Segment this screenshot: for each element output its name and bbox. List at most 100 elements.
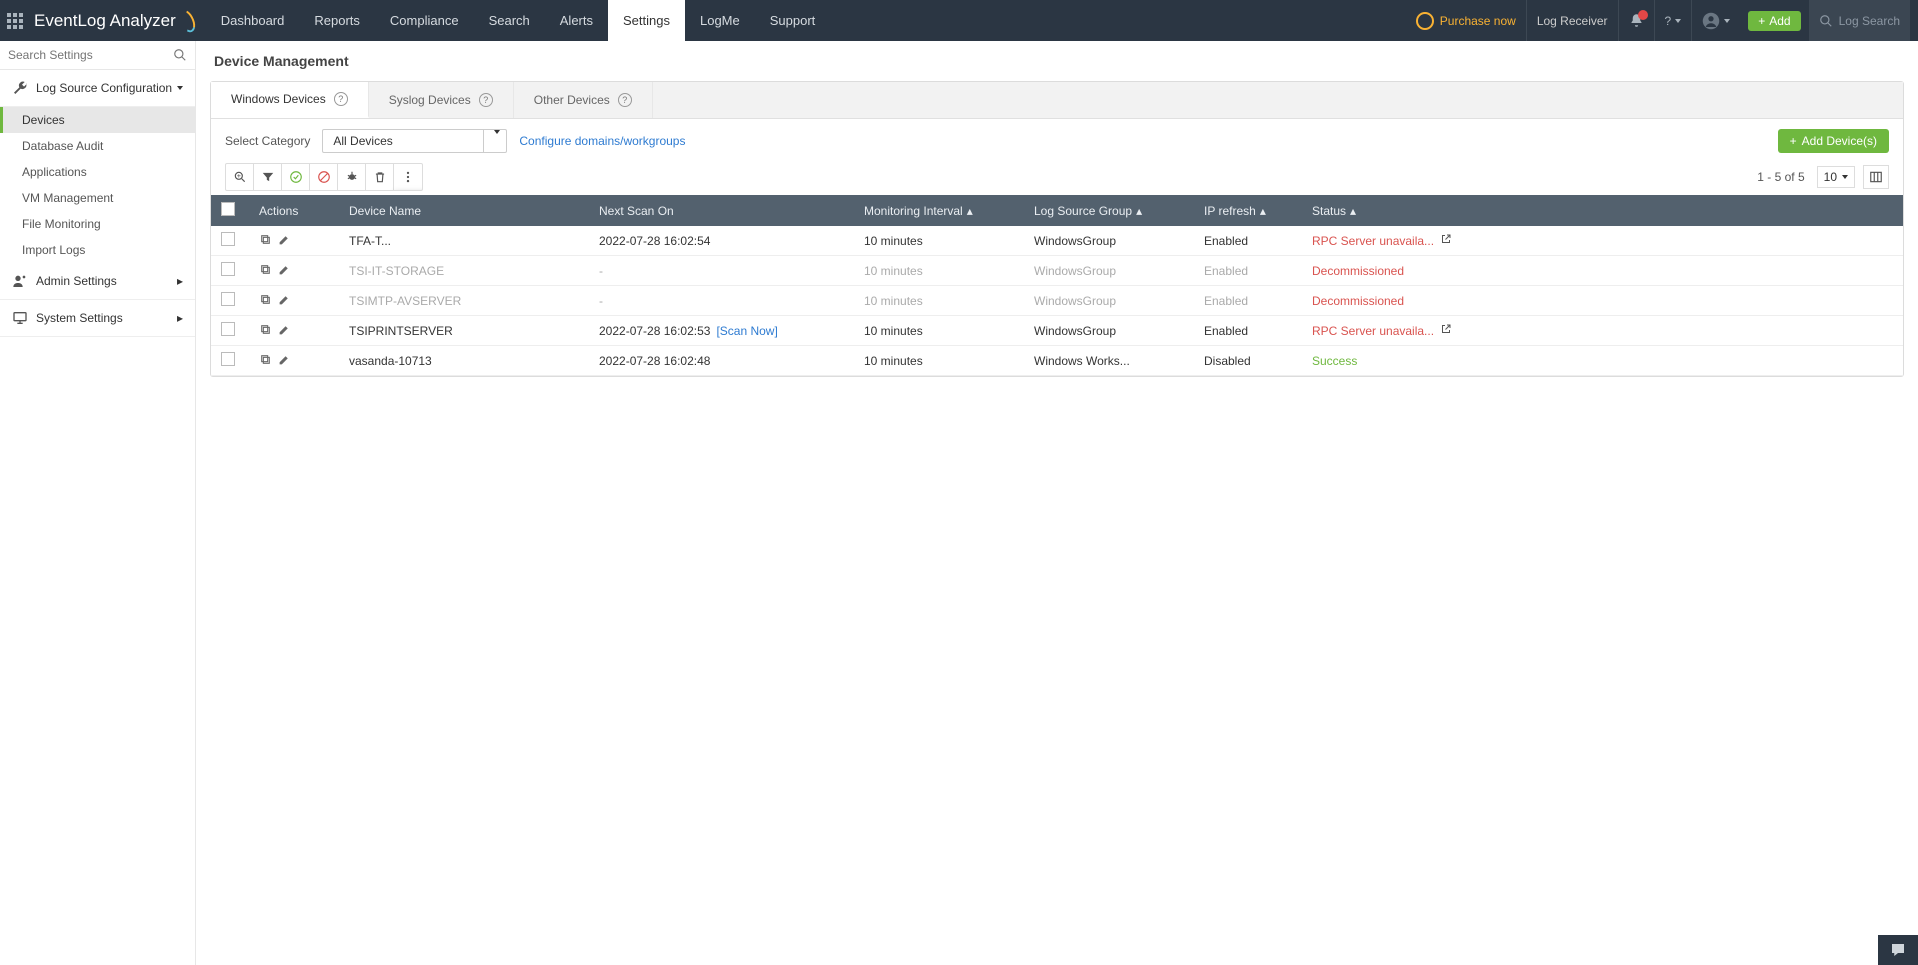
edit-button[interactable] — [278, 323, 291, 336]
purchase-now-label: Purchase now — [1440, 14, 1516, 28]
configure-domains-link[interactable]: Configure domains/workgroups — [519, 134, 685, 148]
user-menu[interactable] — [1691, 0, 1740, 41]
col-header[interactable]: Log Source Group▴ — [1024, 195, 1194, 226]
topnav-item-settings[interactable]: Settings — [608, 0, 685, 41]
purchase-now-link[interactable]: Purchase now — [1406, 0, 1526, 41]
col-header[interactable]: Status▴ — [1302, 195, 1903, 226]
search-tool[interactable] — [226, 164, 254, 190]
apps-menu-icon[interactable] — [0, 13, 30, 29]
help-icon[interactable]: ? — [618, 93, 632, 107]
sidebar-section-admin[interactable]: Admin Settings ▸ — [0, 263, 195, 300]
topnav-item-dashboard[interactable]: Dashboard — [206, 0, 300, 41]
help-menu[interactable]: ? — [1654, 0, 1692, 41]
sidebar-search — [0, 41, 195, 70]
sidebar-search-input[interactable] — [0, 41, 195, 69]
log-search-button[interactable]: Log Search — [1809, 0, 1910, 41]
sidebar-item-vm-management[interactable]: VM Management — [0, 185, 195, 211]
sort-asc-icon: ▴ — [967, 204, 973, 218]
sidebar-item-applications[interactable]: Applications — [0, 159, 195, 185]
edit-button[interactable] — [278, 233, 291, 246]
column-chooser[interactable] — [1863, 165, 1889, 189]
edit-button[interactable] — [278, 353, 291, 366]
ip-refresh-cell: Enabled — [1194, 316, 1302, 346]
enable-tool[interactable] — [282, 164, 310, 190]
table-row: TSIPRINTSERVER2022-07-28 16:02:53[Scan N… — [211, 316, 1903, 346]
edit-button[interactable] — [278, 293, 291, 306]
help-label: ? — [1665, 14, 1672, 28]
trash-icon — [373, 170, 387, 184]
ip-refresh-cell: Enabled — [1194, 226, 1302, 256]
sidebar-item-file-monitoring[interactable]: File Monitoring — [0, 211, 195, 237]
select-all-checkbox[interactable] — [221, 202, 235, 216]
copy-button[interactable] — [259, 233, 272, 246]
ip-refresh-cell: Disabled — [1194, 346, 1302, 376]
next-scan-cell: 2022-07-28 16:02:48 — [589, 346, 854, 376]
sidebar-section-system[interactable]: System Settings ▸ — [0, 300, 195, 337]
row-checkbox[interactable] — [221, 232, 235, 246]
bug-tool[interactable] — [338, 164, 366, 190]
topnav-item-support[interactable]: Support — [755, 0, 831, 41]
sort-asc-icon: ▴ — [1350, 204, 1356, 218]
copy-button[interactable] — [259, 293, 272, 306]
device-name-cell: TSIMTP-AVSERVER — [339, 286, 589, 316]
row-checkbox[interactable] — [221, 352, 235, 366]
copy-button[interactable] — [259, 263, 272, 276]
notifications-button[interactable] — [1618, 0, 1654, 41]
topnav-item-logme[interactable]: LogMe — [685, 0, 755, 41]
edit-button[interactable] — [278, 263, 291, 276]
col-header[interactable]: IP refresh▴ — [1194, 195, 1302, 226]
topnav-item-search[interactable]: Search — [474, 0, 545, 41]
filter-tool[interactable] — [254, 164, 282, 190]
table-row: TSIMTP-AVSERVER-10 minutesWindowsGroupEn… — [211, 286, 1903, 316]
add-device-button[interactable]: + Add Device(s) — [1778, 129, 1889, 153]
external-link-icon[interactable] — [1440, 233, 1452, 245]
chevron-right-icon: ▸ — [177, 311, 183, 325]
interval-cell: 10 minutes — [854, 346, 1024, 376]
tab-syslog-devices[interactable]: Syslog Devices? — [369, 82, 514, 118]
status-text: RPC Server unavaila... — [1312, 324, 1434, 338]
external-link-icon[interactable] — [1440, 323, 1452, 335]
log-search-label: Log Search — [1839, 14, 1900, 28]
delete-tool[interactable] — [366, 164, 394, 190]
disable-tool[interactable] — [310, 164, 338, 190]
row-checkbox[interactable] — [221, 262, 235, 276]
col-header — [211, 195, 249, 226]
sidebar-section-label: Admin Settings — [36, 274, 117, 288]
topnav-item-reports[interactable]: Reports — [299, 0, 375, 41]
group-cell: WindowsGroup — [1024, 226, 1194, 256]
row-checkbox[interactable] — [221, 322, 235, 336]
topnav-item-alerts[interactable]: Alerts — [545, 0, 608, 41]
ip-refresh-cell: Enabled — [1194, 286, 1302, 316]
plus-icon: + — [1758, 14, 1765, 28]
search-icon — [1819, 14, 1833, 28]
status-text: Decommissioned — [1312, 294, 1404, 308]
top-add-button[interactable]: + Add — [1748, 11, 1800, 31]
row-checkbox[interactable] — [221, 292, 235, 306]
interval-cell: 10 minutes — [854, 316, 1024, 346]
page-size-select[interactable]: 10 — [1817, 166, 1855, 188]
more-tool[interactable]: Refresh IP address Credentials — [394, 164, 422, 190]
page-size-value: 10 — [1824, 170, 1837, 184]
col-header[interactable]: Monitoring Interval▴ — [854, 195, 1024, 226]
device-tabs: Windows Devices?Syslog Devices?Other Dev… — [211, 82, 1903, 119]
tab-other-devices[interactable]: Other Devices? — [514, 82, 653, 118]
sort-asc-icon: ▴ — [1136, 204, 1142, 218]
tab-windows-devices[interactable]: Windows Devices? — [211, 82, 369, 118]
chevron-down-icon — [1675, 19, 1681, 23]
sidebar-item-devices[interactable]: Devices — [0, 107, 195, 133]
col-header[interactable]: Next Scan On — [589, 195, 854, 226]
copy-button[interactable] — [259, 353, 272, 366]
log-receiver-link[interactable]: Log Receiver — [1526, 0, 1618, 41]
topnav-item-compliance[interactable]: Compliance — [375, 0, 474, 41]
chat-fab[interactable] — [1878, 935, 1918, 965]
help-icon[interactable]: ? — [479, 93, 493, 107]
sidebar-item-database-audit[interactable]: Database Audit — [0, 133, 195, 159]
help-icon[interactable]: ? — [334, 92, 348, 106]
sidebar-item-import-logs[interactable]: Import Logs — [0, 237, 195, 263]
sidebar-section-log-source[interactable]: Log Source Configuration — [0, 70, 195, 107]
notification-badge — [1638, 10, 1648, 20]
scan-now-link[interactable]: [Scan Now] — [716, 324, 777, 338]
device-name-cell: TSI-IT-STORAGE — [339, 256, 589, 286]
category-select[interactable]: All Devices — [322, 129, 507, 153]
copy-button[interactable] — [259, 323, 272, 336]
